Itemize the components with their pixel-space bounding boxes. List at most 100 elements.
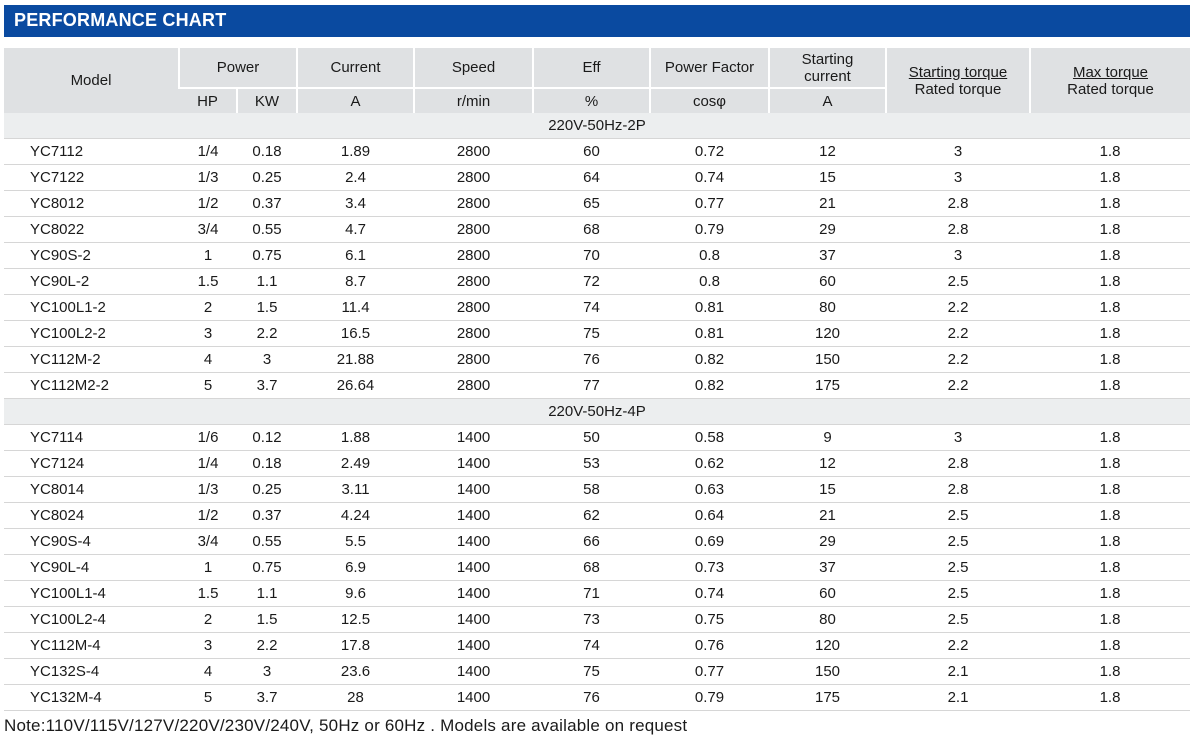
speed-cell: 1400	[414, 632, 533, 659]
starting-torque-cell: 3	[886, 242, 1030, 269]
max-torque-cell: 1.8	[1030, 320, 1190, 347]
model-cell: YC90S-4	[4, 528, 179, 555]
header-starting-current-line2: current	[804, 67, 851, 85]
kw-cell: 0.18	[237, 138, 297, 165]
kw-cell: 2.2	[237, 320, 297, 347]
header-starting-current-line1: Starting	[801, 50, 854, 68]
power-factor-cell: 0.79	[650, 684, 769, 711]
max-torque-cell: 1.8	[1030, 684, 1190, 711]
eff-cell: 77	[533, 372, 650, 399]
kw-cell: 1.5	[237, 294, 297, 321]
power-factor-cell: 0.75	[650, 606, 769, 633]
max-torque-cell: 1.8	[1030, 190, 1190, 217]
starting-torque-cell: 3	[886, 138, 1030, 165]
power-factor-cell: 0.76	[650, 632, 769, 659]
hp-cell: 4	[179, 658, 237, 685]
page-title: PERFORMANCE CHART	[14, 10, 227, 30]
starting-current-cell: 37	[769, 242, 886, 269]
eff-cell: 53	[533, 450, 650, 477]
speed-cell: 1400	[414, 554, 533, 581]
eff-cell: 58	[533, 476, 650, 503]
kw-cell: 0.12	[237, 424, 297, 451]
power-factor-cell: 0.72	[650, 138, 769, 165]
starting-current-cell: 15	[769, 476, 886, 503]
header-kw: KW	[236, 87, 297, 113]
current-cell: 1.89	[297, 138, 414, 165]
eff-cell: 74	[533, 632, 650, 659]
performance-table: Model Power Current Speed Eff Power Fact…	[4, 48, 1190, 711]
model-cell: YC7114	[4, 424, 179, 451]
header-model: Model	[4, 48, 179, 113]
kw-cell: 0.18	[237, 450, 297, 477]
header-starting-current-unit: A	[768, 87, 886, 113]
hp-cell: 1.5	[179, 580, 237, 607]
max-torque-cell: 1.8	[1030, 632, 1190, 659]
power-factor-cell: 0.81	[650, 320, 769, 347]
table-row: YC8012 1/2 0.37 3.4 2800 65 0.77 21 2.8 1.8	[4, 190, 1190, 217]
header-starting-torque-top: Starting torque	[908, 63, 1008, 81]
speed-cell: 1400	[414, 580, 533, 607]
hp-cell: 1	[179, 242, 237, 269]
starting-current-cell: 175	[769, 684, 886, 711]
section-label: 220V-50Hz-2P	[4, 113, 1190, 139]
hp-cell: 1	[179, 554, 237, 581]
hp-cell: 1.5	[179, 268, 237, 295]
current-cell: 26.64	[297, 372, 414, 399]
eff-cell: 74	[533, 294, 650, 321]
model-cell: YC7112	[4, 138, 179, 165]
starting-torque-cell: 2.8	[886, 476, 1030, 503]
current-cell: 28	[297, 684, 414, 711]
kw-cell: 0.55	[237, 528, 297, 555]
hp-cell: 1/6	[179, 424, 237, 451]
eff-cell: 66	[533, 528, 650, 555]
model-cell: YC90L-4	[4, 554, 179, 581]
model-cell: YC100L2-2	[4, 320, 179, 347]
speed-cell: 2800	[414, 320, 533, 347]
table-row: YC112M-2 4 3 21.88 2800 76 0.82 150 2.2 1.8	[4, 346, 1190, 373]
max-torque-cell: 1.8	[1030, 424, 1190, 451]
power-factor-cell: 0.58	[650, 424, 769, 451]
kw-cell: 0.25	[237, 164, 297, 191]
eff-cell: 68	[533, 216, 650, 243]
starting-torque-cell: 2.5	[886, 528, 1030, 555]
power-factor-cell: 0.63	[650, 476, 769, 503]
starting-torque-cell: 2.8	[886, 450, 1030, 477]
model-cell: YC8022	[4, 216, 179, 243]
starting-torque-cell: 2.1	[886, 658, 1030, 685]
power-factor-cell: 0.73	[650, 554, 769, 581]
starting-torque-cell: 2.2	[886, 320, 1030, 347]
starting-torque-cell: 2.5	[886, 502, 1030, 529]
hp-cell: 1/3	[179, 164, 237, 191]
speed-cell: 2800	[414, 138, 533, 165]
section-label: 220V-50Hz-4P	[4, 398, 1190, 425]
hp-cell: 1/4	[179, 138, 237, 165]
header-starting-torque-bottom: Rated torque	[914, 80, 1002, 98]
table-row: YC90S-2 1 0.75 6.1 2800 70 0.8 37 3 1.8	[4, 242, 1190, 269]
power-factor-cell: 0.8	[650, 268, 769, 295]
table-row: YC132S-4 4 3 23.6 1400 75 0.77 150 2.1 1.8	[4, 658, 1190, 685]
speed-cell: 2800	[414, 372, 533, 399]
model-cell: YC100L1-2	[4, 294, 179, 321]
table-row: YC112M-4 3 2.2 17.8 1400 74 0.76 120 2.2 1.8	[4, 632, 1190, 659]
speed-cell: 1400	[414, 450, 533, 477]
power-factor-cell: 0.82	[650, 346, 769, 373]
power-factor-cell: 0.62	[650, 450, 769, 477]
current-cell: 8.7	[297, 268, 414, 295]
starting-torque-cell: 2.1	[886, 684, 1030, 711]
current-cell: 16.5	[297, 320, 414, 347]
max-torque-cell: 1.8	[1030, 216, 1190, 243]
header-power: Power	[178, 48, 297, 88]
power-factor-cell: 0.77	[650, 658, 769, 685]
starting-torque-cell: 2.2	[886, 372, 1030, 399]
kw-cell: 0.55	[237, 216, 297, 243]
model-cell: YC112M-2	[4, 346, 179, 373]
eff-cell: 50	[533, 424, 650, 451]
eff-cell: 65	[533, 190, 650, 217]
max-torque-cell: 1.8	[1030, 268, 1190, 295]
current-cell: 2.4	[297, 164, 414, 191]
speed-cell: 2800	[414, 268, 533, 295]
table-row: YC100L2-2 3 2.2 16.5 2800 75 0.81 120 2.2 1.8	[4, 320, 1190, 347]
eff-cell: 75	[533, 658, 650, 685]
model-cell: YC8014	[4, 476, 179, 503]
kw-cell: 3	[237, 658, 297, 685]
